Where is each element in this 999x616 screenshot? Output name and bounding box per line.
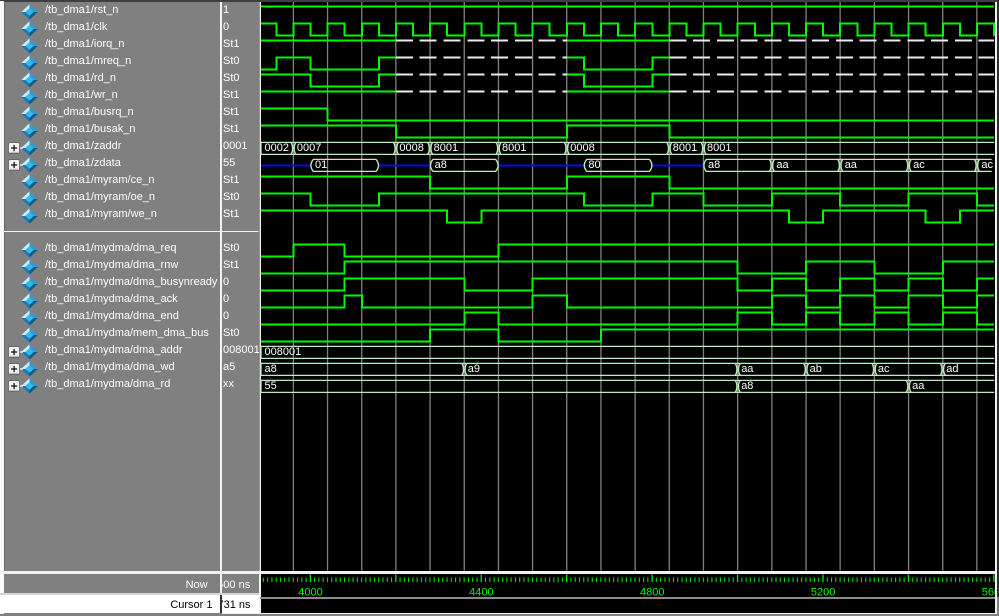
- svg-text:4800: 4800: [640, 586, 664, 598]
- svg-text:8001: 8001: [707, 142, 731, 154]
- svg-text:a9: a9: [468, 363, 480, 375]
- svg-text:aa: aa: [912, 380, 925, 392]
- svg-text:0002: 0002: [265, 142, 289, 154]
- svg-text:aa: aa: [845, 159, 858, 171]
- svg-text:ac: ac: [913, 159, 925, 171]
- svg-text:55: 55: [265, 380, 277, 392]
- svg-text:ac: ac: [878, 363, 890, 375]
- svg-text:01: 01: [315, 159, 327, 171]
- svg-text:4000: 4000: [298, 586, 322, 598]
- svg-text:ac: ac: [981, 159, 993, 171]
- svg-text:008001: 008001: [265, 346, 302, 358]
- svg-text:ab: ab: [810, 363, 822, 375]
- svg-text:aa: aa: [776, 159, 789, 171]
- svg-text:a8: a8: [708, 159, 720, 171]
- svg-text:5200: 5200: [811, 586, 835, 598]
- svg-text:a8: a8: [265, 363, 277, 375]
- svg-text:4400: 4400: [469, 586, 493, 598]
- svg-text:a8: a8: [741, 380, 753, 392]
- svg-text:aa: aa: [741, 363, 754, 375]
- svg-text:80: 80: [588, 159, 600, 171]
- svg-text:a8: a8: [435, 159, 447, 171]
- svg-text:0008: 0008: [399, 142, 423, 154]
- svg-text:8001: 8001: [502, 142, 526, 154]
- svg-text:8001: 8001: [673, 142, 697, 154]
- svg-text:0008: 0008: [570, 142, 594, 154]
- svg-text:0007: 0007: [297, 142, 321, 154]
- svg-text:ad: ad: [946, 363, 958, 375]
- svg-text:8001: 8001: [434, 142, 458, 154]
